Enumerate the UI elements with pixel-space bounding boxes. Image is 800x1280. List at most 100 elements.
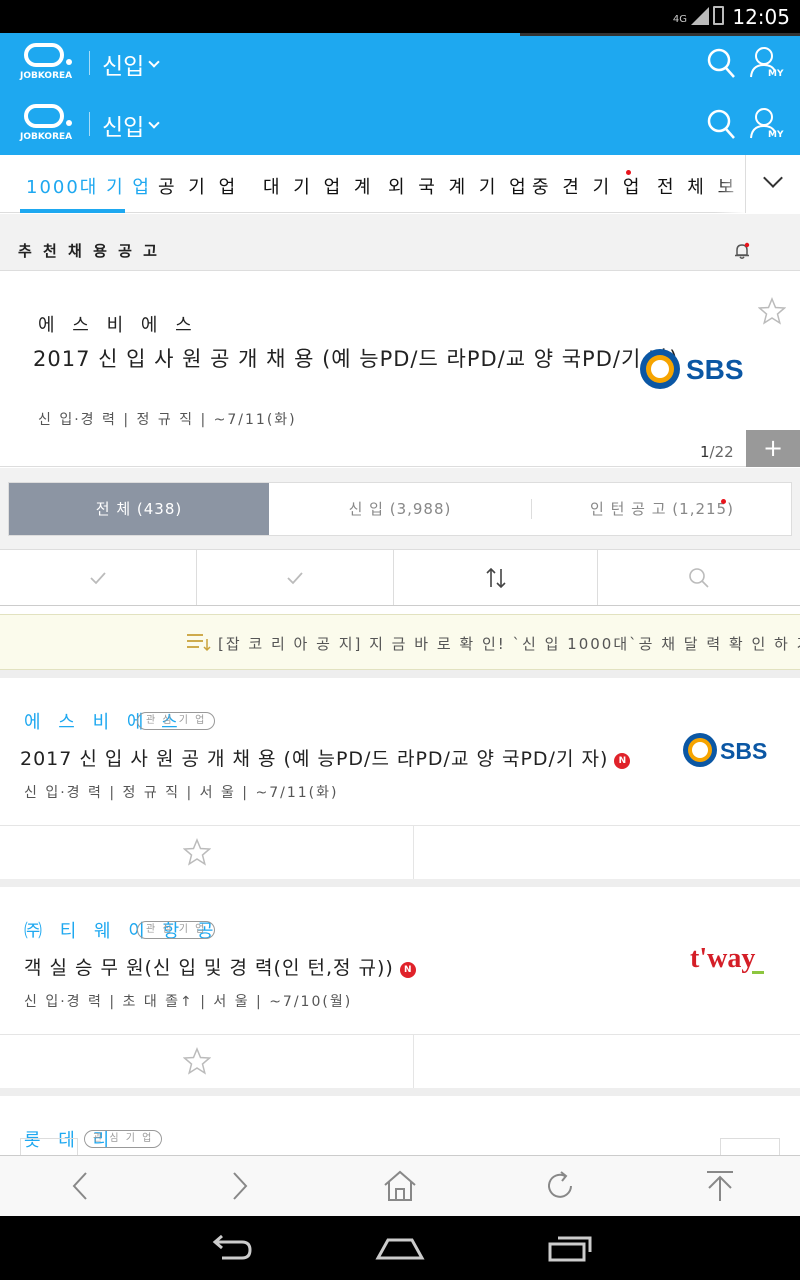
featured-title[interactable]: 2017 신 입 사 원 공 개 채 용 (예 능PD/드 라PD/교 양 국P… xyxy=(33,343,678,373)
sbs-logo: SBS xyxy=(680,730,770,770)
scroll-ghost-box xyxy=(20,1138,78,1155)
new-badge: N xyxy=(614,753,631,769)
home-button[interactable] xyxy=(360,1156,440,1216)
notice-text: [잡 코 리 아 공 지] 지 금 바 로 확 인! `신 입 1000대`공 … xyxy=(218,635,800,653)
svg-text:t'way: t'way xyxy=(690,943,755,974)
bell-icon xyxy=(735,242,750,259)
section-title: 추 천 채 용 공 고 xyxy=(18,242,160,260)
my-label: MY xyxy=(768,69,784,79)
tab-expand-button[interactable] xyxy=(745,155,800,213)
my-page-button[interactable]: MY xyxy=(748,45,784,81)
interest-company-badge[interactable]: 관 심 기 업 xyxy=(84,1130,163,1148)
sbs-logo-icon: SBS xyxy=(683,733,767,767)
system-recents-button[interactable] xyxy=(520,1216,620,1280)
logo-text: JOBKOREA xyxy=(20,71,73,81)
featured-job-card[interactable]: 에 스 비 에 스 2017 신 입 사 원 공 개 채 용 (예 능PD/드 … xyxy=(0,271,800,467)
job-title-text: 객 실 승 무 원(신 입 및 경 력(인 턴,정 규)) xyxy=(24,957,394,979)
logo-dot xyxy=(66,120,72,126)
back-button[interactable] xyxy=(40,1156,120,1216)
back-arrow-icon xyxy=(212,1234,252,1260)
new-dot xyxy=(721,499,726,504)
filter-check-1-button[interactable] xyxy=(0,550,197,605)
scrap-star-button[interactable] xyxy=(757,297,787,325)
browser-toolbar xyxy=(0,1155,800,1216)
tab-1000-companies[interactable]: 1000대 기 업 xyxy=(26,173,151,199)
job-title[interactable]: 객 실 승 무 원(신 입 및 경 력(인 턴,정 규)) N xyxy=(24,953,416,980)
sort-button[interactable] xyxy=(394,550,598,605)
jobkorea-logo[interactable]: JOBKOREA xyxy=(20,104,78,146)
list-tools xyxy=(0,550,800,606)
network-type: 4G xyxy=(672,14,687,25)
filter-area: 전 체 (438) 신 입 (3,988) 인 턴 공 고 (1,215) xyxy=(0,468,800,550)
job-card[interactable]: ㈜ 티 웨 이 항 공 관 심 기 업 객 실 승 무 원(신 입 및 경 력(… xyxy=(0,887,800,1035)
pager-current: 1 xyxy=(700,443,710,461)
arrow-right-icon xyxy=(233,1172,248,1200)
sbs-logo: SBS xyxy=(638,345,748,393)
jobkorea-logo[interactable]: JOBKOREA xyxy=(20,43,78,85)
section-selector-label: 신입 xyxy=(102,54,145,80)
header-row-1: JOBKOREA 신입 MY xyxy=(0,33,800,93)
app-header: JOBKOREA 신입 MY JOBKOREA 신입 MY xyxy=(0,33,800,155)
header-divider xyxy=(89,112,90,136)
status-icons: 4G xyxy=(673,6,724,25)
system-nav-bar xyxy=(0,1216,800,1280)
interest-company-badge[interactable]: 관 심 기 업 xyxy=(137,921,216,939)
tab-large-companies[interactable]: 대 기 업 계 xyxy=(263,173,374,199)
new-badge: N xyxy=(399,962,416,978)
list-notice-icon xyxy=(187,634,211,652)
search-icon xyxy=(707,48,735,78)
scrap-button[interactable] xyxy=(0,826,414,879)
section-selector[interactable]: 신입 xyxy=(102,108,160,142)
card-gap xyxy=(0,1088,800,1096)
tab-midsize-companies[interactable]: 중 견 기 업 xyxy=(532,173,643,199)
home-icon xyxy=(384,1170,416,1201)
notice-banner[interactable]: [잡 코 리 아 공 지] 지 금 바 로 확 인! `신 입 1000대`공 … xyxy=(0,614,800,670)
interest-company-badge[interactable]: 관 심 기 업 xyxy=(137,712,216,730)
signal-icon xyxy=(691,7,709,25)
card-gap xyxy=(0,670,800,678)
notification-bell-button[interactable] xyxy=(734,242,750,260)
refresh-button[interactable] xyxy=(520,1156,600,1216)
filter-check-2-button[interactable] xyxy=(197,550,394,605)
list-search-button[interactable] xyxy=(598,550,800,605)
job-meta: 신 입·경 력 | 초 대 졸↑ | 서 울 | ~7/10(월) xyxy=(24,994,353,1010)
search-button[interactable] xyxy=(706,47,736,79)
search-icon xyxy=(689,567,709,588)
card-gap xyxy=(0,879,800,887)
tab-public-companies[interactable]: 공 기 업 xyxy=(158,173,239,199)
scroll-top-button[interactable] xyxy=(680,1156,760,1216)
scrap-button[interactable] xyxy=(0,1035,414,1088)
status-bar: 4G 12:05 xyxy=(0,0,800,33)
filter-intern[interactable]: 인 턴 공 고 (1,215) xyxy=(532,483,792,535)
filter-all[interactable]: 전 체 (438) xyxy=(9,483,269,535)
featured-more-button[interactable]: + xyxy=(746,430,800,467)
system-back-button[interactable] xyxy=(180,1216,280,1280)
refresh-icon xyxy=(548,1171,572,1198)
my-page-button[interactable]: MY xyxy=(748,106,784,142)
section-selector[interactable]: 신입 xyxy=(102,47,160,81)
arrow-left-icon xyxy=(72,1172,87,1200)
scroll-ghost-box xyxy=(720,1138,780,1155)
job-title[interactable]: 2017 신 입 사 원 공 개 채 용 (예 능PD/드 라PD/교 양 국P… xyxy=(20,744,631,771)
filter-new-grad[interactable]: 신 입 (3,988) xyxy=(269,483,531,535)
job-type-filter: 전 체 (438) 신 입 (3,988) 인 턴 공 고 (1,215) xyxy=(8,482,792,536)
search-button[interactable] xyxy=(706,108,736,140)
logo-text: JOBKOREA xyxy=(20,132,73,142)
tab-foreign-companies[interactable]: 외 국 계 기 업 xyxy=(388,173,530,199)
job-card[interactable]: 롯 데 리 관 심 기 업 xyxy=(0,1096,800,1155)
header-divider xyxy=(89,51,90,75)
tab-fade xyxy=(715,155,745,213)
job-card-actions xyxy=(0,825,800,879)
logo-mark-icon xyxy=(24,43,64,67)
featured-company[interactable]: 에 스 비 에 스 xyxy=(38,311,198,337)
star-icon xyxy=(757,297,787,325)
job-card[interactable]: 에 스 비 에 스 관 심 기 업 2017 신 입 사 원 공 개 채 용 (… xyxy=(0,678,800,826)
star-icon xyxy=(183,1047,211,1075)
scroll-top-icon xyxy=(707,1171,733,1201)
job-card-actions xyxy=(0,1034,800,1088)
active-tab-indicator xyxy=(20,209,125,213)
system-home-button[interactable] xyxy=(350,1216,450,1280)
forward-button[interactable] xyxy=(200,1156,280,1216)
search-icon xyxy=(707,109,735,139)
featured-pager: 1/22 xyxy=(700,443,734,461)
